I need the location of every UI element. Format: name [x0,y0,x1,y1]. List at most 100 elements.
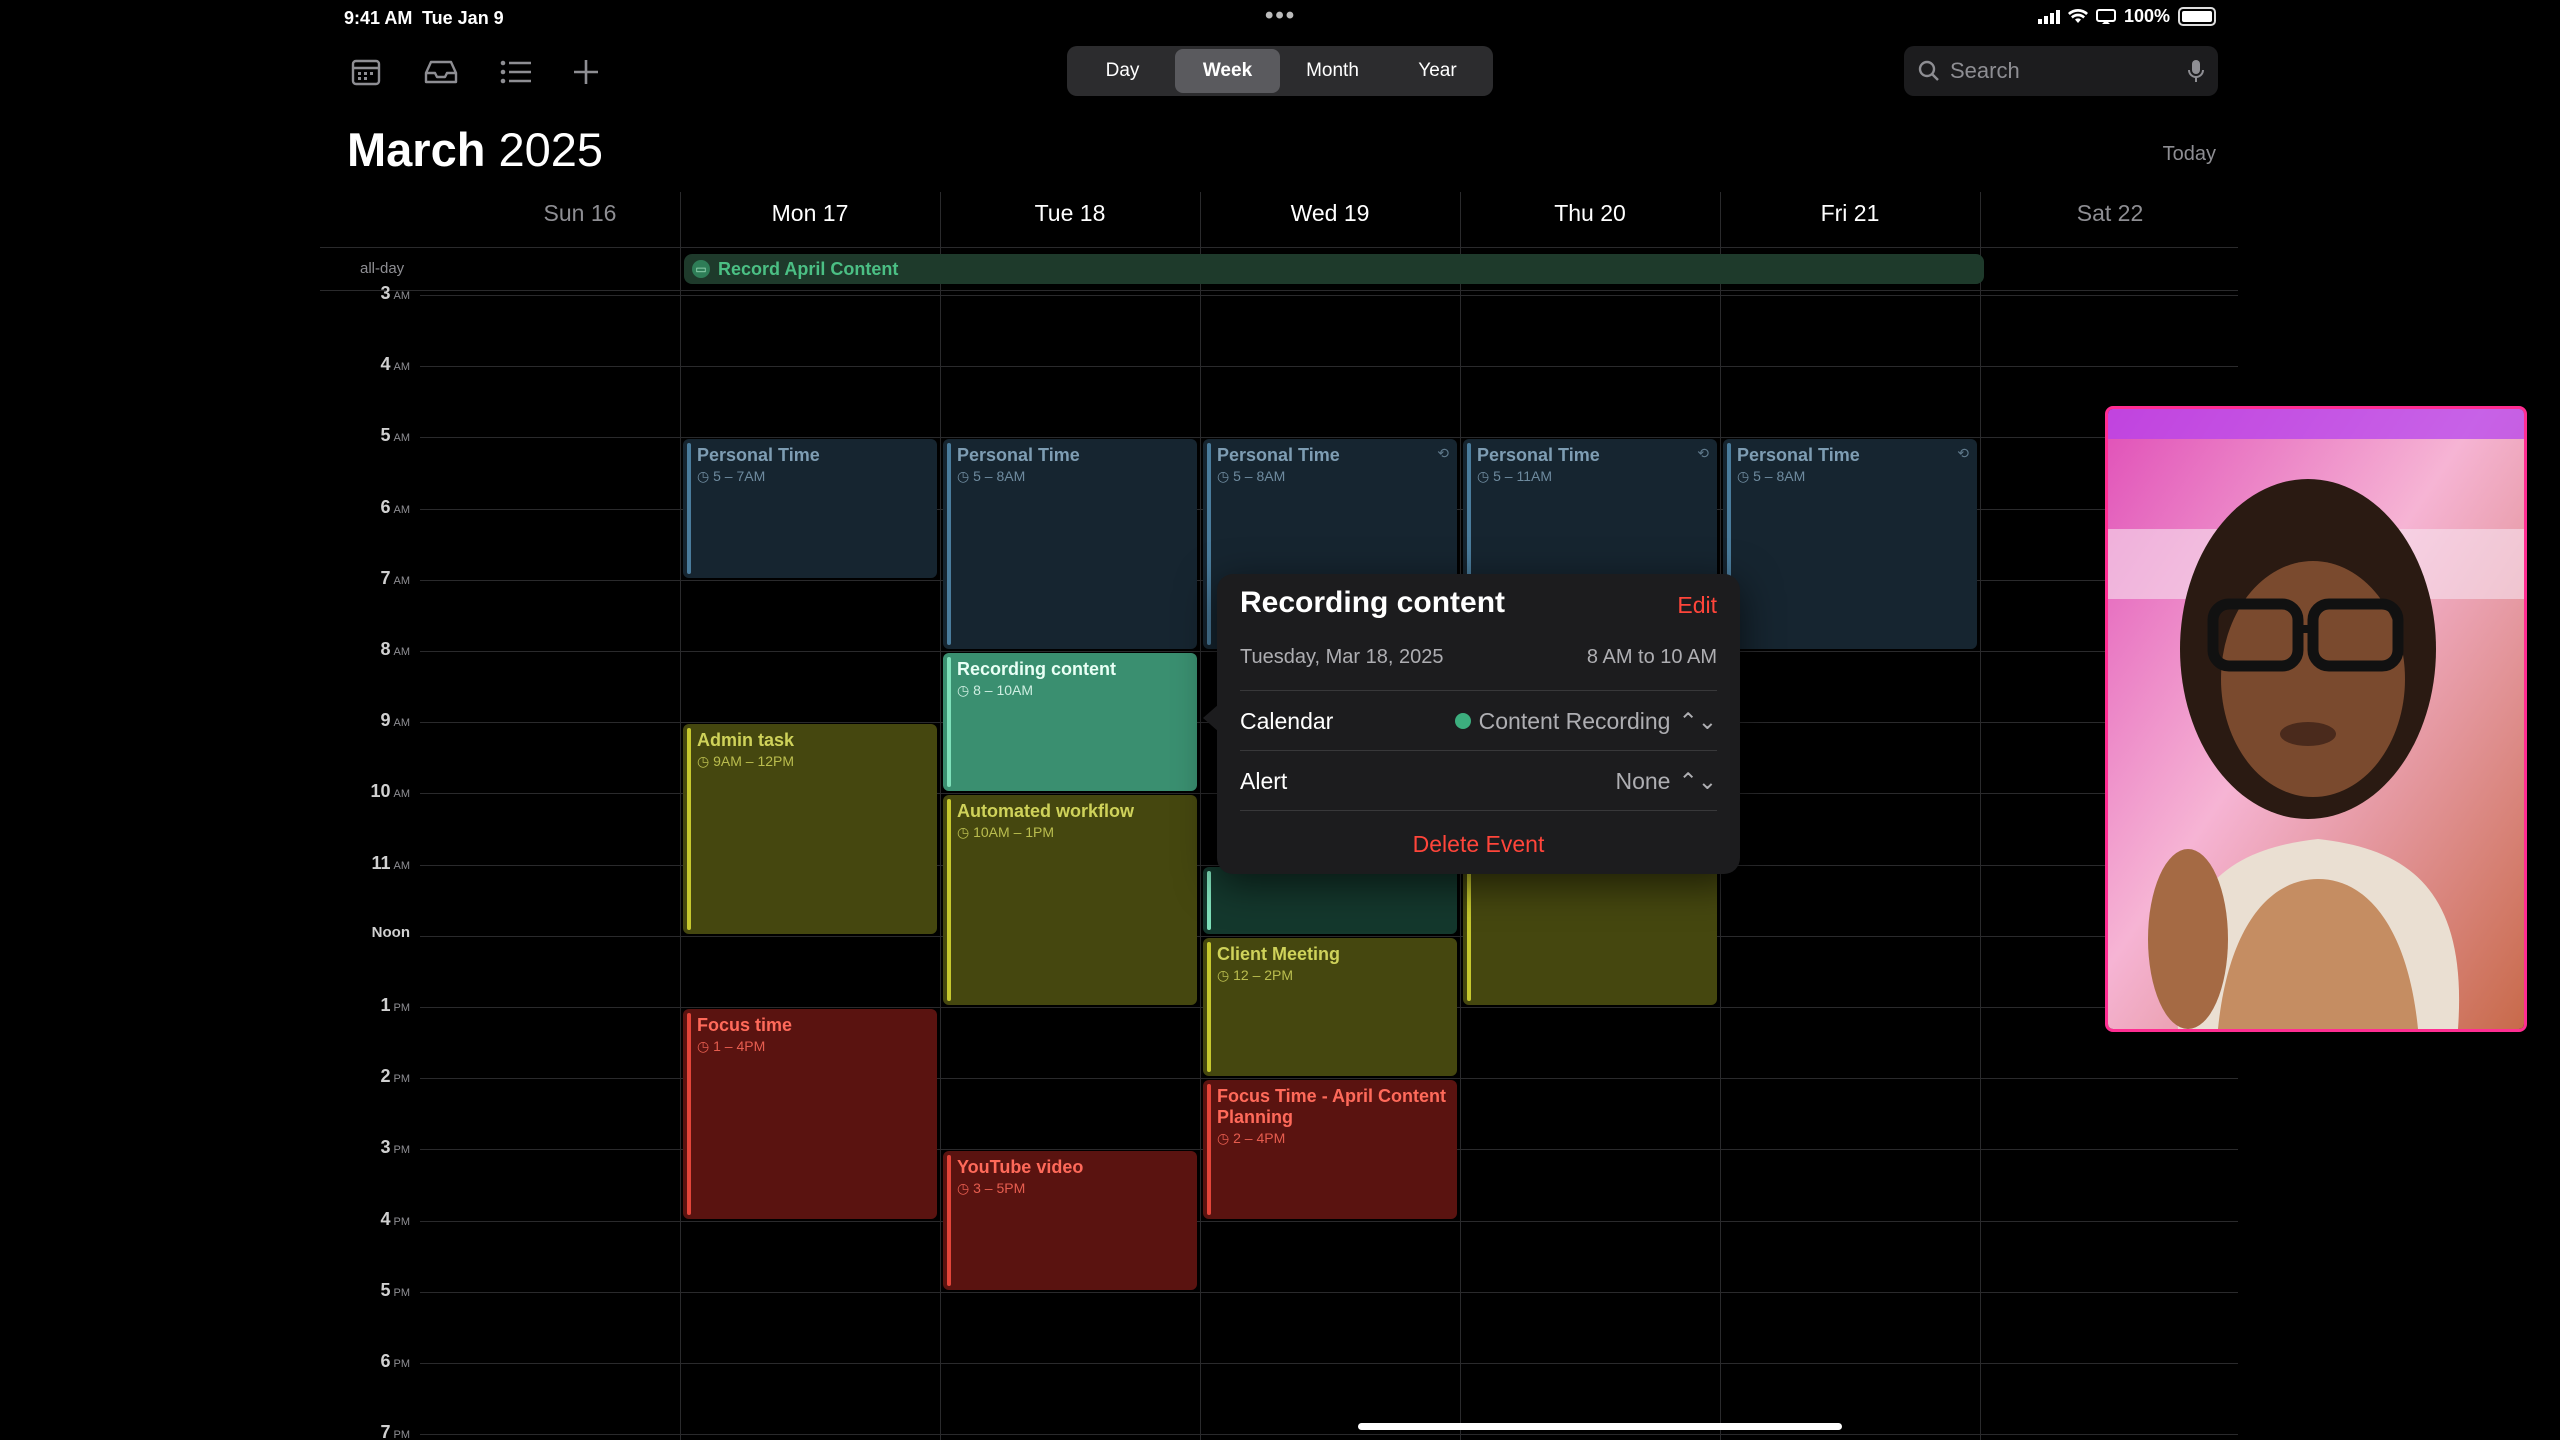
webcam-overlay [2105,406,2527,1032]
popover-date: Tuesday, Mar 18, 2025 [1240,646,1444,668]
event-client-meeting[interactable]: Client Meeting ◷ 12 – 2PM [1203,937,1457,1077]
repeat-icon: ⟲ [1957,445,1969,462]
event-focus-time[interactable]: Focus time ◷ 1 – 4PM [683,1009,937,1219]
webcam-person-image [2108,409,2524,1029]
event-personal-time[interactable]: Personal Time ◷ 5 – 8AM [943,439,1197,649]
day-header-thu[interactable]: Thu 20 [1460,200,1720,227]
event-youtube-video[interactable]: YouTube video ◷ 3 – 5PM [943,1151,1197,1290]
allday-event-record-april-content[interactable]: ▭ Record April Content [684,254,1984,284]
hour-line [420,1434,2238,1436]
event-time: ◷ 5 – 8AM [1217,468,1286,485]
microphone-icon[interactable] [2188,59,2204,83]
event-focus-time-april-content-planning[interactable]: Focus Time - April Content Planning ◷ 2 –… [1203,1080,1457,1219]
event-color-bar [687,728,691,930]
day-header-mon[interactable]: Mon 17 [680,200,940,227]
header-divider [320,247,2238,248]
hour-label: 6 PM [380,1351,410,1371]
segment-day[interactable]: Day [1070,49,1175,93]
plus-icon[interactable] [566,52,606,92]
hour-label: 5 AM [380,425,410,446]
event-time: ◷ 2 – 4PM [1217,1130,1286,1147]
segment-month[interactable]: Month [1280,49,1385,93]
hour-label: 4 AM [380,354,410,375]
today-button[interactable]: Today [2163,143,2216,166]
home-indicator[interactable] [1358,1423,1842,1430]
list-icon[interactable] [496,52,536,92]
event-title: Admin task [697,730,795,751]
event-time: ◷ 8 – 10AM [957,682,1034,698]
event-color-bar [687,1013,691,1215]
segment-year[interactable]: Year [1385,49,1490,93]
page-title: March 2025 [347,122,603,177]
hour-label: 1 PM [380,995,410,1015]
hour-label: 3 AM [380,283,410,303]
delete-event-button[interactable]: Delete Event [1217,831,1740,858]
wifi-icon [2067,8,2088,23]
hour-label: 11 AM [371,852,410,873]
day-header-sun[interactable]: Sun 16 [490,200,670,227]
alert-label: Alert [1240,767,1288,794]
repeat-icon: ⟲ [1697,445,1709,462]
calendar-app: 9:41 AM Tue Jan 9 ••• 100% Day Week Mont… [320,0,2238,1440]
event-time: ◷ 5 – 8AM [1737,468,1806,485]
alert-row[interactable]: Alert None ⌃⌄ [1240,750,1717,811]
event-recording-content[interactable]: Recording content ◷ 8 – 10AM [943,653,1197,792]
chevron-updown-icon: ⌃⌄ [1678,707,1717,734]
battery-icon [2178,7,2216,26]
status-time: 9:41 AM [344,8,413,28]
event-admin-task[interactable]: Admin task ◷ 9AM – 12PM [683,724,937,934]
calendar-value-text: Content Recording [1478,707,1671,734]
hour-line [420,1363,2238,1364]
hour-line [420,1220,2238,1222]
screen-mirroring-icon [2095,8,2116,24]
segment-week[interactable]: Week [1175,49,1280,93]
column-divider [1200,192,1201,1440]
day-header-wed[interactable]: Wed 19 [1200,200,1460,227]
event-title: Personal Time [1217,445,1340,466]
alert-value: None ⌃⌄ [1615,768,1717,795]
event-personal-time[interactable]: Personal Time ◷ 5 – 7AM [683,439,937,578]
hour-label: 7 PM [380,1422,410,1440]
event-title: YouTube video [957,1157,1084,1178]
event-time: ◷ 9AM – 12PM [697,753,795,770]
battery-percent: 100% [2123,6,2170,26]
event-color-bar [1207,870,1211,930]
column-divider [940,192,941,1440]
event-time: ◷ 1 – 4PM [697,1038,766,1054]
calendar-value: Content Recording ⌃⌄ [1454,707,1717,735]
event-title: Client Meeting [1217,943,1341,964]
hour-line [420,295,2238,296]
event-automated-workflow[interactable]: Automated workflow ◷ 10AM – 1PM [943,795,1197,1005]
column-divider [1980,192,1981,1440]
calendar-color-dot-icon [1454,713,1471,729]
search-field[interactable]: Search [1904,46,2218,96]
event-color-bar [1207,443,1211,645]
allday-event-title: Record April Content [718,258,899,279]
hour-line [420,1291,2238,1293]
status-right: 100% [2037,6,2216,27]
day-header-fri[interactable]: Fri 21 [1720,200,1980,227]
popover-arrow [1203,704,1219,732]
event-title: Personal Time [1737,445,1860,466]
hour-label: 10 AM [370,781,410,802]
status-bar: 9:41 AM Tue Jan 9 ••• 100% [320,0,2238,34]
column-divider [680,192,681,1440]
multitasking-dots-icon[interactable]: ••• [1265,2,1296,30]
event-personal-time[interactable]: Personal Time ◷ 5 – 8AM ⟲ [1723,439,1977,649]
hour-line [420,366,2238,368]
calendar-dot-icon: ▭ [692,260,710,278]
day-header-sat[interactable]: Sat 22 [1980,200,2238,227]
event-color-bar [1207,941,1211,1073]
day-header-tue[interactable]: Tue 18 [940,200,1200,227]
search-icon [1918,60,1939,81]
hour-line [420,935,2238,937]
calendar-row[interactable]: Calendar Content Recording ⌃⌄ [1240,690,1717,751]
edit-button[interactable]: Edit [1677,592,1717,619]
inbox-icon[interactable] [421,52,461,92]
event-color-bar [1207,1084,1211,1215]
event-color-bar [687,443,691,574]
title-month: March [347,123,486,176]
event-partial[interactable] [1203,866,1457,934]
calendar-icon[interactable] [346,52,386,92]
event-partial[interactable] [1463,866,1717,1005]
